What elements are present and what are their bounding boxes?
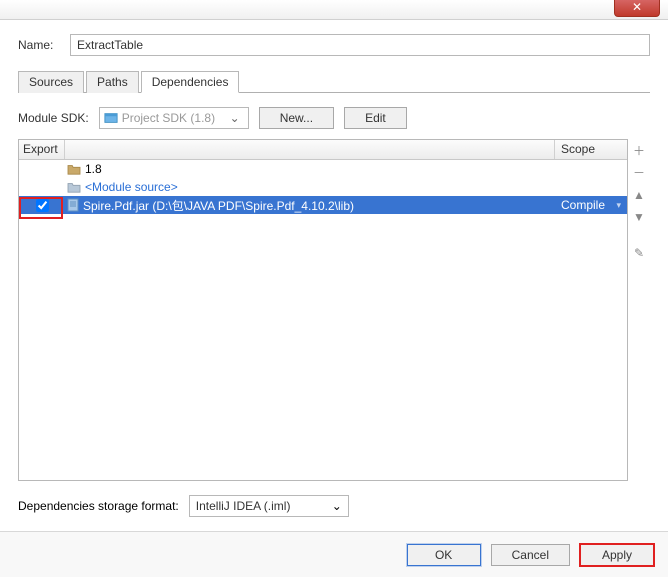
window-titlebar: ✕ bbox=[0, 0, 668, 20]
dep-label: <Module source> bbox=[85, 180, 178, 194]
column-main[interactable] bbox=[65, 140, 555, 159]
arrow-down-icon: ▼ bbox=[633, 210, 645, 224]
sdk-new-button[interactable]: New... bbox=[259, 107, 334, 129]
ok-button[interactable]: OK bbox=[407, 544, 481, 566]
dependencies-body: 1.8 <Module source> bbox=[19, 160, 627, 480]
chevron-down-icon: ⌄ bbox=[332, 499, 342, 513]
jar-icon bbox=[67, 198, 79, 212]
scope-select[interactable]: Compile ▾ bbox=[555, 198, 627, 212]
arrow-up-icon: ▲ bbox=[633, 188, 645, 202]
storage-format-value: IntelliJ IDEA (.iml) bbox=[196, 499, 332, 513]
tab-sources[interactable]: Sources bbox=[18, 71, 84, 93]
sdk-edit-button[interactable]: Edit bbox=[344, 107, 407, 129]
dep-label: Spire.Pdf.jar (D:\包\JAVA PDF\Spire.Pdf_4… bbox=[83, 197, 354, 214]
pencil-icon: ✎ bbox=[634, 246, 644, 260]
edit-button[interactable]: ✎ bbox=[631, 245, 647, 261]
close-icon: ✕ bbox=[632, 0, 642, 14]
column-scope[interactable]: Scope bbox=[555, 140, 627, 159]
sdk-value: Project SDK (1.8) bbox=[122, 111, 226, 125]
table-row[interactable]: 1.8 bbox=[19, 160, 627, 178]
name-label: Name: bbox=[18, 38, 70, 52]
side-toolbar: ＋ － ▲ ▼ ✎ bbox=[628, 139, 650, 481]
dialog-footer: OK Cancel Apply bbox=[0, 531, 668, 577]
dep-label: 1.8 bbox=[85, 162, 102, 176]
apply-button[interactable]: Apply bbox=[580, 544, 654, 566]
dependencies-header: Export Scope bbox=[19, 140, 627, 160]
minus-icon: － bbox=[633, 166, 645, 180]
storage-format-select[interactable]: IntelliJ IDEA (.iml) ⌄ bbox=[189, 495, 349, 517]
tabstrip: Sources Paths Dependencies bbox=[18, 70, 650, 93]
tab-paths[interactable]: Paths bbox=[86, 71, 139, 93]
chevron-down-icon: ⌄ bbox=[226, 111, 244, 125]
folder-icon bbox=[67, 163, 81, 175]
table-row[interactable]: <Module source> bbox=[19, 178, 627, 196]
export-checkbox[interactable] bbox=[36, 199, 49, 212]
sdk-icon bbox=[104, 111, 118, 125]
dependencies-table: Export Scope 1.8 <Module bbox=[18, 139, 628, 481]
move-down-button[interactable]: ▼ bbox=[631, 209, 647, 225]
cancel-button[interactable]: Cancel bbox=[491, 544, 570, 566]
move-up-button[interactable]: ▲ bbox=[631, 187, 647, 203]
folder-icon bbox=[67, 181, 81, 193]
remove-button[interactable]: － bbox=[631, 165, 647, 181]
sdk-label: Module SDK: bbox=[18, 111, 89, 125]
add-button[interactable]: ＋ bbox=[631, 143, 647, 159]
plus-icon: ＋ bbox=[633, 144, 645, 158]
tab-dependencies[interactable]: Dependencies bbox=[141, 71, 240, 93]
module-name-input[interactable] bbox=[70, 34, 650, 56]
storage-format-label: Dependencies storage format: bbox=[18, 499, 179, 513]
module-sdk-select[interactable]: Project SDK (1.8) ⌄ bbox=[99, 107, 249, 129]
window-close-button[interactable]: ✕ bbox=[614, 0, 660, 17]
column-export[interactable]: Export bbox=[19, 140, 65, 159]
scope-value: Compile bbox=[561, 198, 605, 212]
table-row[interactable]: Spire.Pdf.jar (D:\包\JAVA PDF\Spire.Pdf_4… bbox=[19, 196, 627, 214]
chevron-down-icon: ▾ bbox=[616, 200, 621, 211]
